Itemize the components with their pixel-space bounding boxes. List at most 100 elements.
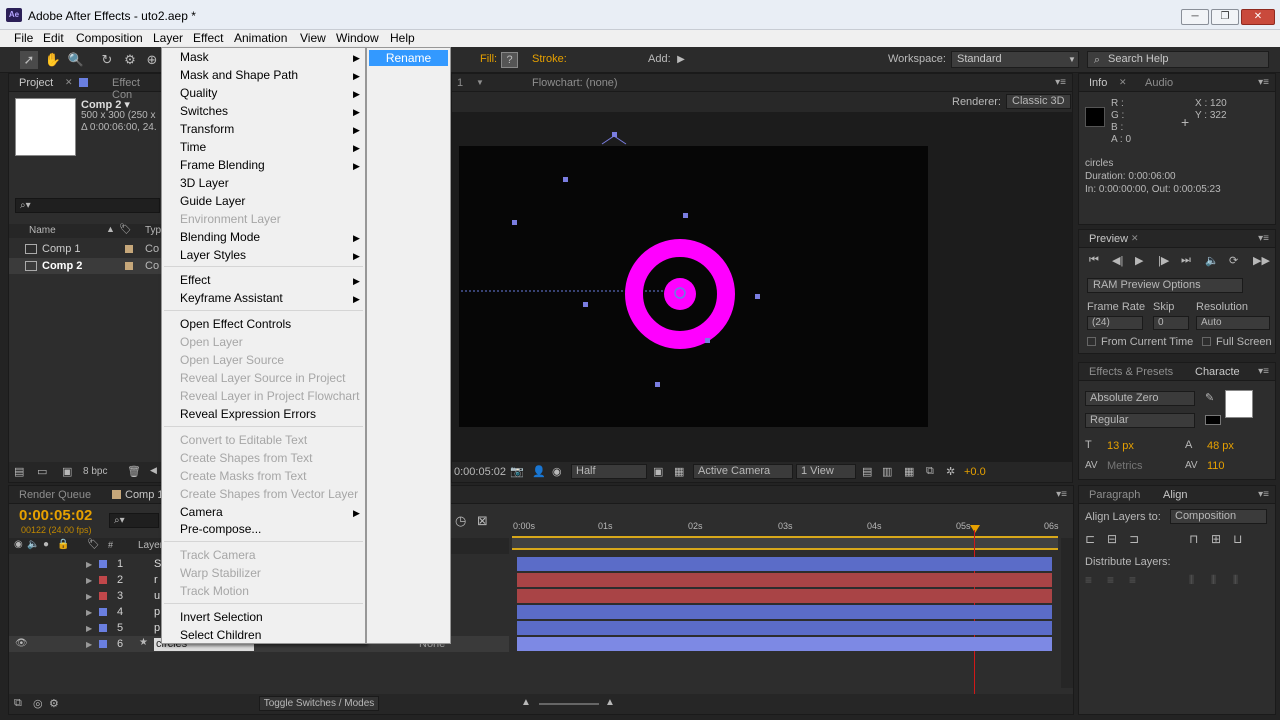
- timeline-panel-menu-icon[interactable]: ▾≡: [1056, 489, 1067, 500]
- expand-triangle-icon[interactable]: ▶: [86, 560, 92, 569]
- close-project-tab-icon[interactable]: ✕: [65, 77, 73, 88]
- resolution-select[interactable]: Auto: [1196, 316, 1270, 330]
- layer-handle[interactable]: [583, 302, 588, 307]
- playhead-marker-icon[interactable]: [464, 516, 476, 530]
- menu-item-effect[interactable]: Effect: [180, 273, 210, 287]
- menu-item-quality[interactable]: Quality: [180, 86, 217, 100]
- layer-search-input[interactable]: ⌕▾: [109, 513, 159, 528]
- time-ruler[interactable]: 0:00s 01s 02s 03s 04s 05s 06s: [512, 516, 1059, 552]
- info-panel-menu-icon[interactable]: ▾≡: [1258, 77, 1269, 88]
- expand-triangle-icon[interactable]: ▶: [86, 640, 92, 649]
- resolution-select[interactable]: Half: [571, 464, 647, 479]
- workspace-select[interactable]: Standard: [951, 51, 1079, 68]
- interpret-footage-icon[interactable]: ▤: [14, 465, 24, 478]
- toggle-switches-modes-button[interactable]: Toggle Switches / Modes: [259, 696, 379, 711]
- preview-panel-menu-icon[interactable]: ▾≡: [1258, 233, 1269, 244]
- layer-handle[interactable]: [683, 213, 688, 218]
- menu-item-open-effect-controls[interactable]: Open Effect Controls: [180, 317, 291, 331]
- menu-layer[interactable]: Layer: [153, 31, 183, 45]
- layer-bar-4[interactable]: [517, 605, 1052, 619]
- tab-effects-presets[interactable]: Effects & Presets: [1089, 366, 1173, 378]
- selection-tool-icon[interactable]: ➚: [20, 51, 38, 69]
- tab-project[interactable]: Project: [19, 77, 53, 89]
- previous-frame-icon[interactable]: ◀|: [1112, 254, 1123, 267]
- video-switch-icon[interactable]: ◉: [14, 539, 23, 550]
- menu-item-keyframe-assistant[interactable]: Keyframe Assistant: [180, 291, 283, 305]
- maximize-button[interactable]: ❐: [1211, 9, 1239, 25]
- tab-audio[interactable]: Audio: [1145, 77, 1173, 89]
- menu-item-select-children[interactable]: Select Children: [180, 628, 261, 642]
- menu-item-transform[interactable]: Transform: [180, 122, 234, 136]
- zoom-in-icon[interactable]: ▲: [605, 697, 615, 708]
- frame-rate-select[interactable]: (24): [1087, 316, 1143, 330]
- eyedropper-icon[interactable]: ✎: [1205, 391, 1214, 404]
- tab-info[interactable]: Info: [1089, 77, 1107, 89]
- distribute-bottom-icon[interactable]: ≡: [1129, 573, 1136, 587]
- loop-icon[interactable]: ⟳: [1229, 254, 1238, 267]
- solo-switch-icon[interactable]: ●: [43, 539, 49, 550]
- layer-name[interactable]: u: [154, 590, 160, 602]
- last-frame-icon[interactable]: ⏭: [1181, 254, 1191, 267]
- align-panel-menu-icon[interactable]: ▾≡: [1258, 489, 1269, 500]
- play-icon[interactable]: ▶: [1135, 254, 1143, 267]
- fill-swatch[interactable]: ?: [501, 52, 518, 68]
- column-type[interactable]: Typ: [145, 225, 161, 236]
- leading-value[interactable]: 48 px: [1207, 440, 1234, 452]
- layer-name-column[interactable]: Layer: [138, 540, 163, 551]
- align-bottom-icon[interactable]: ⊔: [1233, 532, 1242, 546]
- menu-item-time[interactable]: Time: [180, 140, 206, 154]
- menu-help[interactable]: Help: [390, 31, 415, 45]
- expand-triangle-icon[interactable]: ▶: [86, 624, 92, 633]
- close-preview-tab-icon[interactable]: ✕: [1131, 233, 1139, 244]
- work-area-bar[interactable]: [512, 536, 1058, 550]
- bpc-label[interactable]: 8 bpc: [83, 466, 107, 477]
- ram-preview-icon[interactable]: ▶▶: [1253, 254, 1270, 267]
- menu-item-pre-compose[interactable]: Pre-compose...: [180, 522, 261, 536]
- menu-item-frame-blending[interactable]: Frame Blending: [180, 158, 265, 172]
- hand-tool-icon[interactable]: ✋: [44, 51, 62, 69]
- layer-label-swatch[interactable]: [99, 608, 107, 616]
- skip-select[interactable]: 0: [1153, 316, 1189, 330]
- first-frame-icon[interactable]: ⏮: [1089, 254, 1099, 267]
- zoom-tool-icon[interactable]: 🔍: [67, 51, 85, 69]
- region-of-interest-icon[interactable]: ▣: [653, 465, 663, 478]
- ram-preview-options-select[interactable]: RAM Preview Options: [1087, 278, 1243, 293]
- next-frame-icon[interactable]: |▶: [1158, 254, 1169, 267]
- menu-item-blending-mode[interactable]: Blending Mode: [180, 230, 260, 244]
- distribute-vcenter-icon[interactable]: ≡: [1107, 573, 1114, 587]
- project-item-comp1[interactable]: Comp 1 Co: [9, 241, 164, 257]
- menu-item-3d-layer[interactable]: 3D Layer: [180, 176, 229, 190]
- menu-composition[interactable]: Composition: [76, 31, 143, 45]
- close-info-tab-icon[interactable]: ✕: [1119, 77, 1127, 88]
- tab-character[interactable]: Characte: [1195, 366, 1240, 378]
- align-horizontal-center-icon[interactable]: ⊟: [1107, 532, 1117, 546]
- label-column-icon[interactable]: 🏷: [119, 224, 132, 235]
- viewer-panel-menu-icon[interactable]: ▾≡: [1055, 77, 1066, 88]
- tab-preview[interactable]: Preview: [1089, 233, 1128, 245]
- expand-triangle-icon[interactable]: ▶: [86, 608, 92, 617]
- rotate-tool-icon[interactable]: ↻: [98, 51, 116, 69]
- menu-item-guide-layer[interactable]: Guide Layer: [180, 194, 245, 208]
- tab-comp1[interactable]: Comp 1: [125, 489, 164, 501]
- project-search-input[interactable]: ⌕▾: [15, 198, 160, 213]
- layer-switches-icon[interactable]: ⧉: [14, 697, 22, 710]
- viewer-comp-tab-number[interactable]: 1: [457, 77, 463, 89]
- visibility-eye-icon[interactable]: 👁: [15, 638, 28, 649]
- pan-behind-tool-icon[interactable]: ⊕: [143, 51, 161, 69]
- expand-triangle-icon[interactable]: ▶: [86, 576, 92, 585]
- exposure-value[interactable]: +0.0: [964, 466, 986, 478]
- align-vertical-center-icon[interactable]: ⊞: [1211, 532, 1221, 546]
- layer-bar-1[interactable]: [517, 557, 1052, 571]
- menu-item-switches[interactable]: Switches: [180, 104, 228, 118]
- layer-handle[interactable]: [755, 294, 760, 299]
- layer-label-swatch[interactable]: [99, 560, 107, 568]
- tab-render-queue[interactable]: Render Queue: [19, 489, 91, 501]
- layer-handle[interactable]: [705, 338, 710, 343]
- distribute-right-icon[interactable]: ⫴: [1233, 573, 1238, 588]
- font-family-select[interactable]: Absolute Zero: [1085, 391, 1195, 406]
- column-name[interactable]: Name: [29, 225, 56, 236]
- layer-name[interactable]: p: [154, 622, 160, 634]
- label-column-icon[interactable]: 🏷: [87, 539, 100, 550]
- current-time[interactable]: 0:00:05:02: [19, 507, 92, 524]
- transfer-controls-icon[interactable]: ◎: [33, 697, 43, 710]
